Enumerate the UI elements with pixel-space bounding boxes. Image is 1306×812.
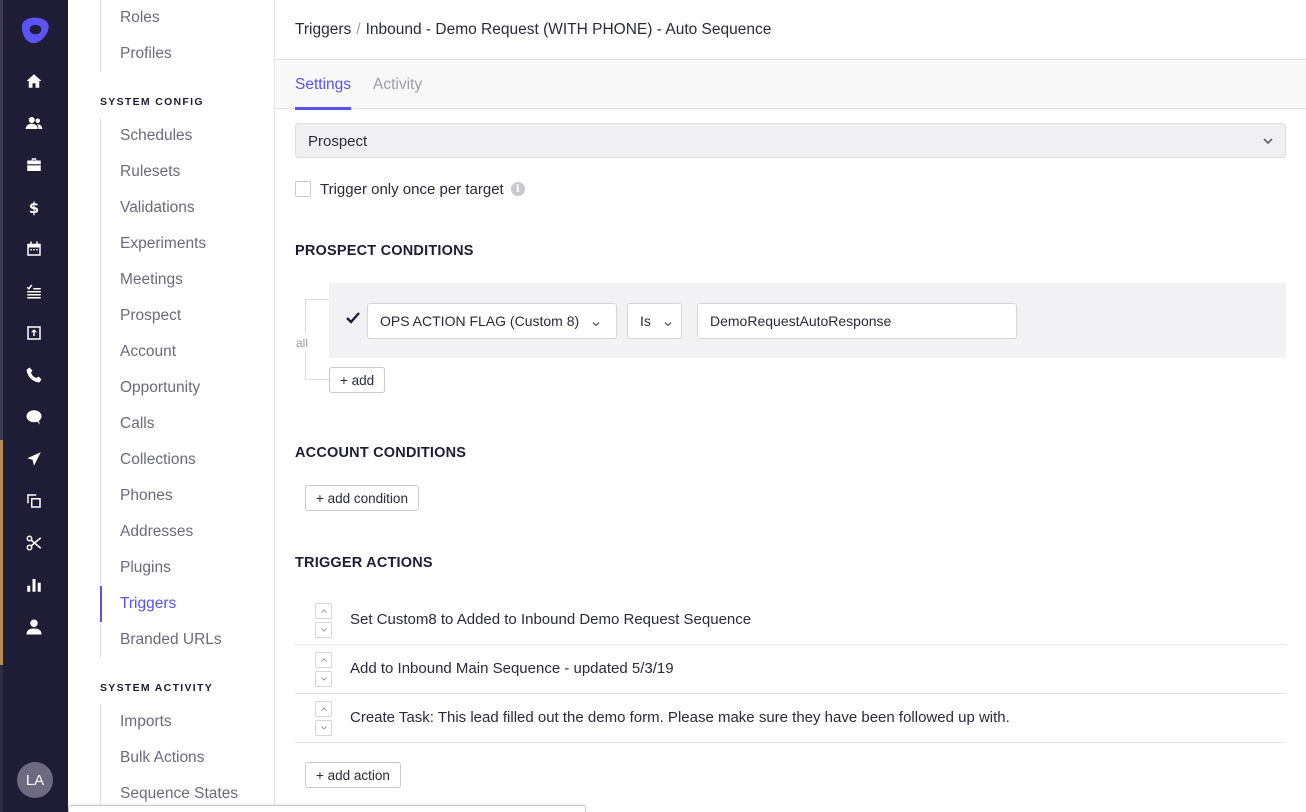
- move-up-button[interactable]: [315, 652, 332, 668]
- condition-operator-select[interactable]: Is: [627, 303, 682, 339]
- move-up-button[interactable]: [315, 603, 332, 619]
- action-row: Set Custom8 to Added to Inbound Demo Req…: [295, 596, 1286, 645]
- sidebar-item-triggers[interactable]: Triggers: [100, 586, 222, 622]
- sidebar-item-schedules[interactable]: Schedules: [101, 118, 222, 154]
- chevron-down-icon: [591, 316, 601, 327]
- user-icon[interactable]: [22, 615, 46, 639]
- scissors-icon[interactable]: [22, 531, 46, 555]
- action-label[interactable]: Set Custom8 to Added to Inbound Demo Req…: [350, 611, 751, 628]
- svg-text:$: $: [29, 199, 39, 216]
- sidebar-item-meetings[interactable]: Meetings: [101, 262, 222, 298]
- action-row: Add to Inbound Main Sequence - updated 5…: [295, 645, 1286, 694]
- sidebar-item-prospect[interactable]: Prospect: [101, 298, 222, 334]
- sidebar-item-roles[interactable]: Roles: [101, 0, 172, 36]
- bar-chart-icon[interactable]: [22, 573, 46, 597]
- trigger-once-label[interactable]: Trigger only once per target: [320, 181, 504, 198]
- nav-heading-system-config: SYSTEM CONFIG: [100, 96, 204, 108]
- trigger-actions-title: TRIGGER ACTIONS: [295, 555, 433, 571]
- sidebar-item-bulk-actions[interactable]: Bulk Actions: [101, 740, 238, 776]
- condition-value-input[interactable]: [697, 303, 1017, 339]
- sidebar-item-experiments[interactable]: Experiments: [101, 226, 222, 262]
- inbox-upload-icon[interactable]: [22, 321, 46, 345]
- breadcrumb-current: Inbound - Demo Request (WITH PHONE) - Au…: [365, 21, 772, 38]
- sidebar-item-addresses[interactable]: Addresses: [101, 514, 222, 550]
- avatar[interactable]: LA: [17, 762, 53, 798]
- trigger-once-row: Trigger only once per target i: [295, 180, 525, 198]
- move-down-button[interactable]: [315, 720, 332, 736]
- home-icon[interactable]: [22, 69, 46, 93]
- app-rail: $ LA: [0, 0, 68, 812]
- condition-row: OPS ACTION FLAG (Custom 8) Is: [329, 283, 1286, 358]
- tab-activity[interactable]: Activity: [373, 60, 422, 109]
- breadcrumb: Triggers / Inbound - Demo Request (WITH PH…: [295, 21, 771, 39]
- sidebar-item-branded-urls[interactable]: Branded URLs: [101, 622, 222, 658]
- condition-combinator[interactable]: all: [296, 334, 309, 352]
- outreach-logo-icon[interactable]: [20, 15, 51, 46]
- chat-bubble-icon[interactable]: [22, 405, 46, 429]
- target-select-value: Prospect: [308, 133, 368, 150]
- trigger-once-checkbox[interactable]: [295, 181, 311, 197]
- dollar-icon[interactable]: $: [22, 195, 46, 219]
- info-icon[interactable]: i: [510, 182, 525, 196]
- check-icon[interactable]: [345, 310, 361, 326]
- chevron-down-icon: [1261, 134, 1275, 148]
- sidebar-item-rulesets[interactable]: Rulesets: [101, 154, 222, 190]
- action-row: Create Task: This lead filled out the de…: [295, 694, 1286, 743]
- window-edge-highlight: [0, 440, 3, 665]
- add-action-button[interactable]: + add action: [305, 762, 401, 788]
- sidebar-item-profiles[interactable]: Profiles: [101, 36, 172, 72]
- sidebar-item-account[interactable]: Account: [101, 334, 222, 370]
- tab-settings[interactable]: Settings: [295, 60, 352, 110]
- sidebar-item-phones[interactable]: Phones: [101, 478, 222, 514]
- chevron-down-icon: [663, 316, 673, 327]
- move-down-button[interactable]: [315, 671, 332, 687]
- nav-group-system-activity: Imports Bulk Actions Sequence States: [100, 704, 238, 812]
- tab-bar: Settings Activity: [275, 59, 1306, 110]
- sidebar-item-plugins[interactable]: Plugins: [101, 550, 222, 586]
- calendar-icon[interactable]: [22, 237, 46, 261]
- action-label[interactable]: Create Task: This lead filled out the de…: [350, 709, 1010, 726]
- settings-sidebar: Roles Profiles SYSTEM CONFIG Schedules R…: [68, 0, 275, 812]
- window-edge: [0, 0, 3, 440]
- condition-field-value: OPS ACTION FLAG (Custom 8): [380, 313, 580, 329]
- briefcase-icon[interactable]: [22, 153, 46, 177]
- account-conditions-title: ACCOUNT CONDITIONS: [295, 445, 467, 461]
- prospect-conditions-title: PROSPECT CONDITIONS: [295, 243, 474, 259]
- sidebar-item-validations[interactable]: Validations: [101, 190, 222, 226]
- send-icon[interactable]: [22, 447, 46, 471]
- breadcrumb-separator: /: [356, 21, 361, 38]
- action-label[interactable]: Add to Inbound Main Sequence - updated 5…: [350, 660, 674, 677]
- move-up-button[interactable]: [315, 701, 332, 717]
- target-select[interactable]: Prospect: [295, 123, 1286, 158]
- sidebar-item-imports[interactable]: Imports: [101, 704, 238, 740]
- nav-group-users: Roles Profiles: [100, 0, 172, 72]
- nav-group-system-config: Schedules Rulesets Validations Experimen…: [100, 118, 222, 658]
- breadcrumb-triggers-link[interactable]: Triggers: [295, 21, 351, 38]
- phone-icon[interactable]: [22, 363, 46, 387]
- main-content: Triggers / Inbound - Demo Request (WITH PH…: [275, 0, 1306, 812]
- sidebar-item-calls[interactable]: Calls: [101, 406, 222, 442]
- add-condition-rule-button[interactable]: + add: [329, 367, 386, 393]
- people-icon[interactable]: [22, 111, 46, 135]
- add-account-condition-button[interactable]: + add condition: [305, 485, 419, 511]
- window-edge: [0, 665, 3, 812]
- sidebar-item-opportunity[interactable]: Opportunity: [101, 370, 222, 406]
- copy-icon[interactable]: [22, 489, 46, 513]
- condition-operator-value: Is: [640, 313, 651, 329]
- condition-group-bracket: [305, 299, 329, 380]
- sidebar-item-collections[interactable]: Collections: [101, 442, 222, 478]
- condition-field-select[interactable]: OPS ACTION FLAG (Custom 8): [367, 303, 617, 339]
- task-list-icon[interactable]: [22, 279, 46, 303]
- bottom-popup-edge: [68, 805, 586, 812]
- move-down-button[interactable]: [315, 622, 332, 638]
- nav-heading-system-activity: SYSTEM ACTIVITY: [100, 682, 214, 694]
